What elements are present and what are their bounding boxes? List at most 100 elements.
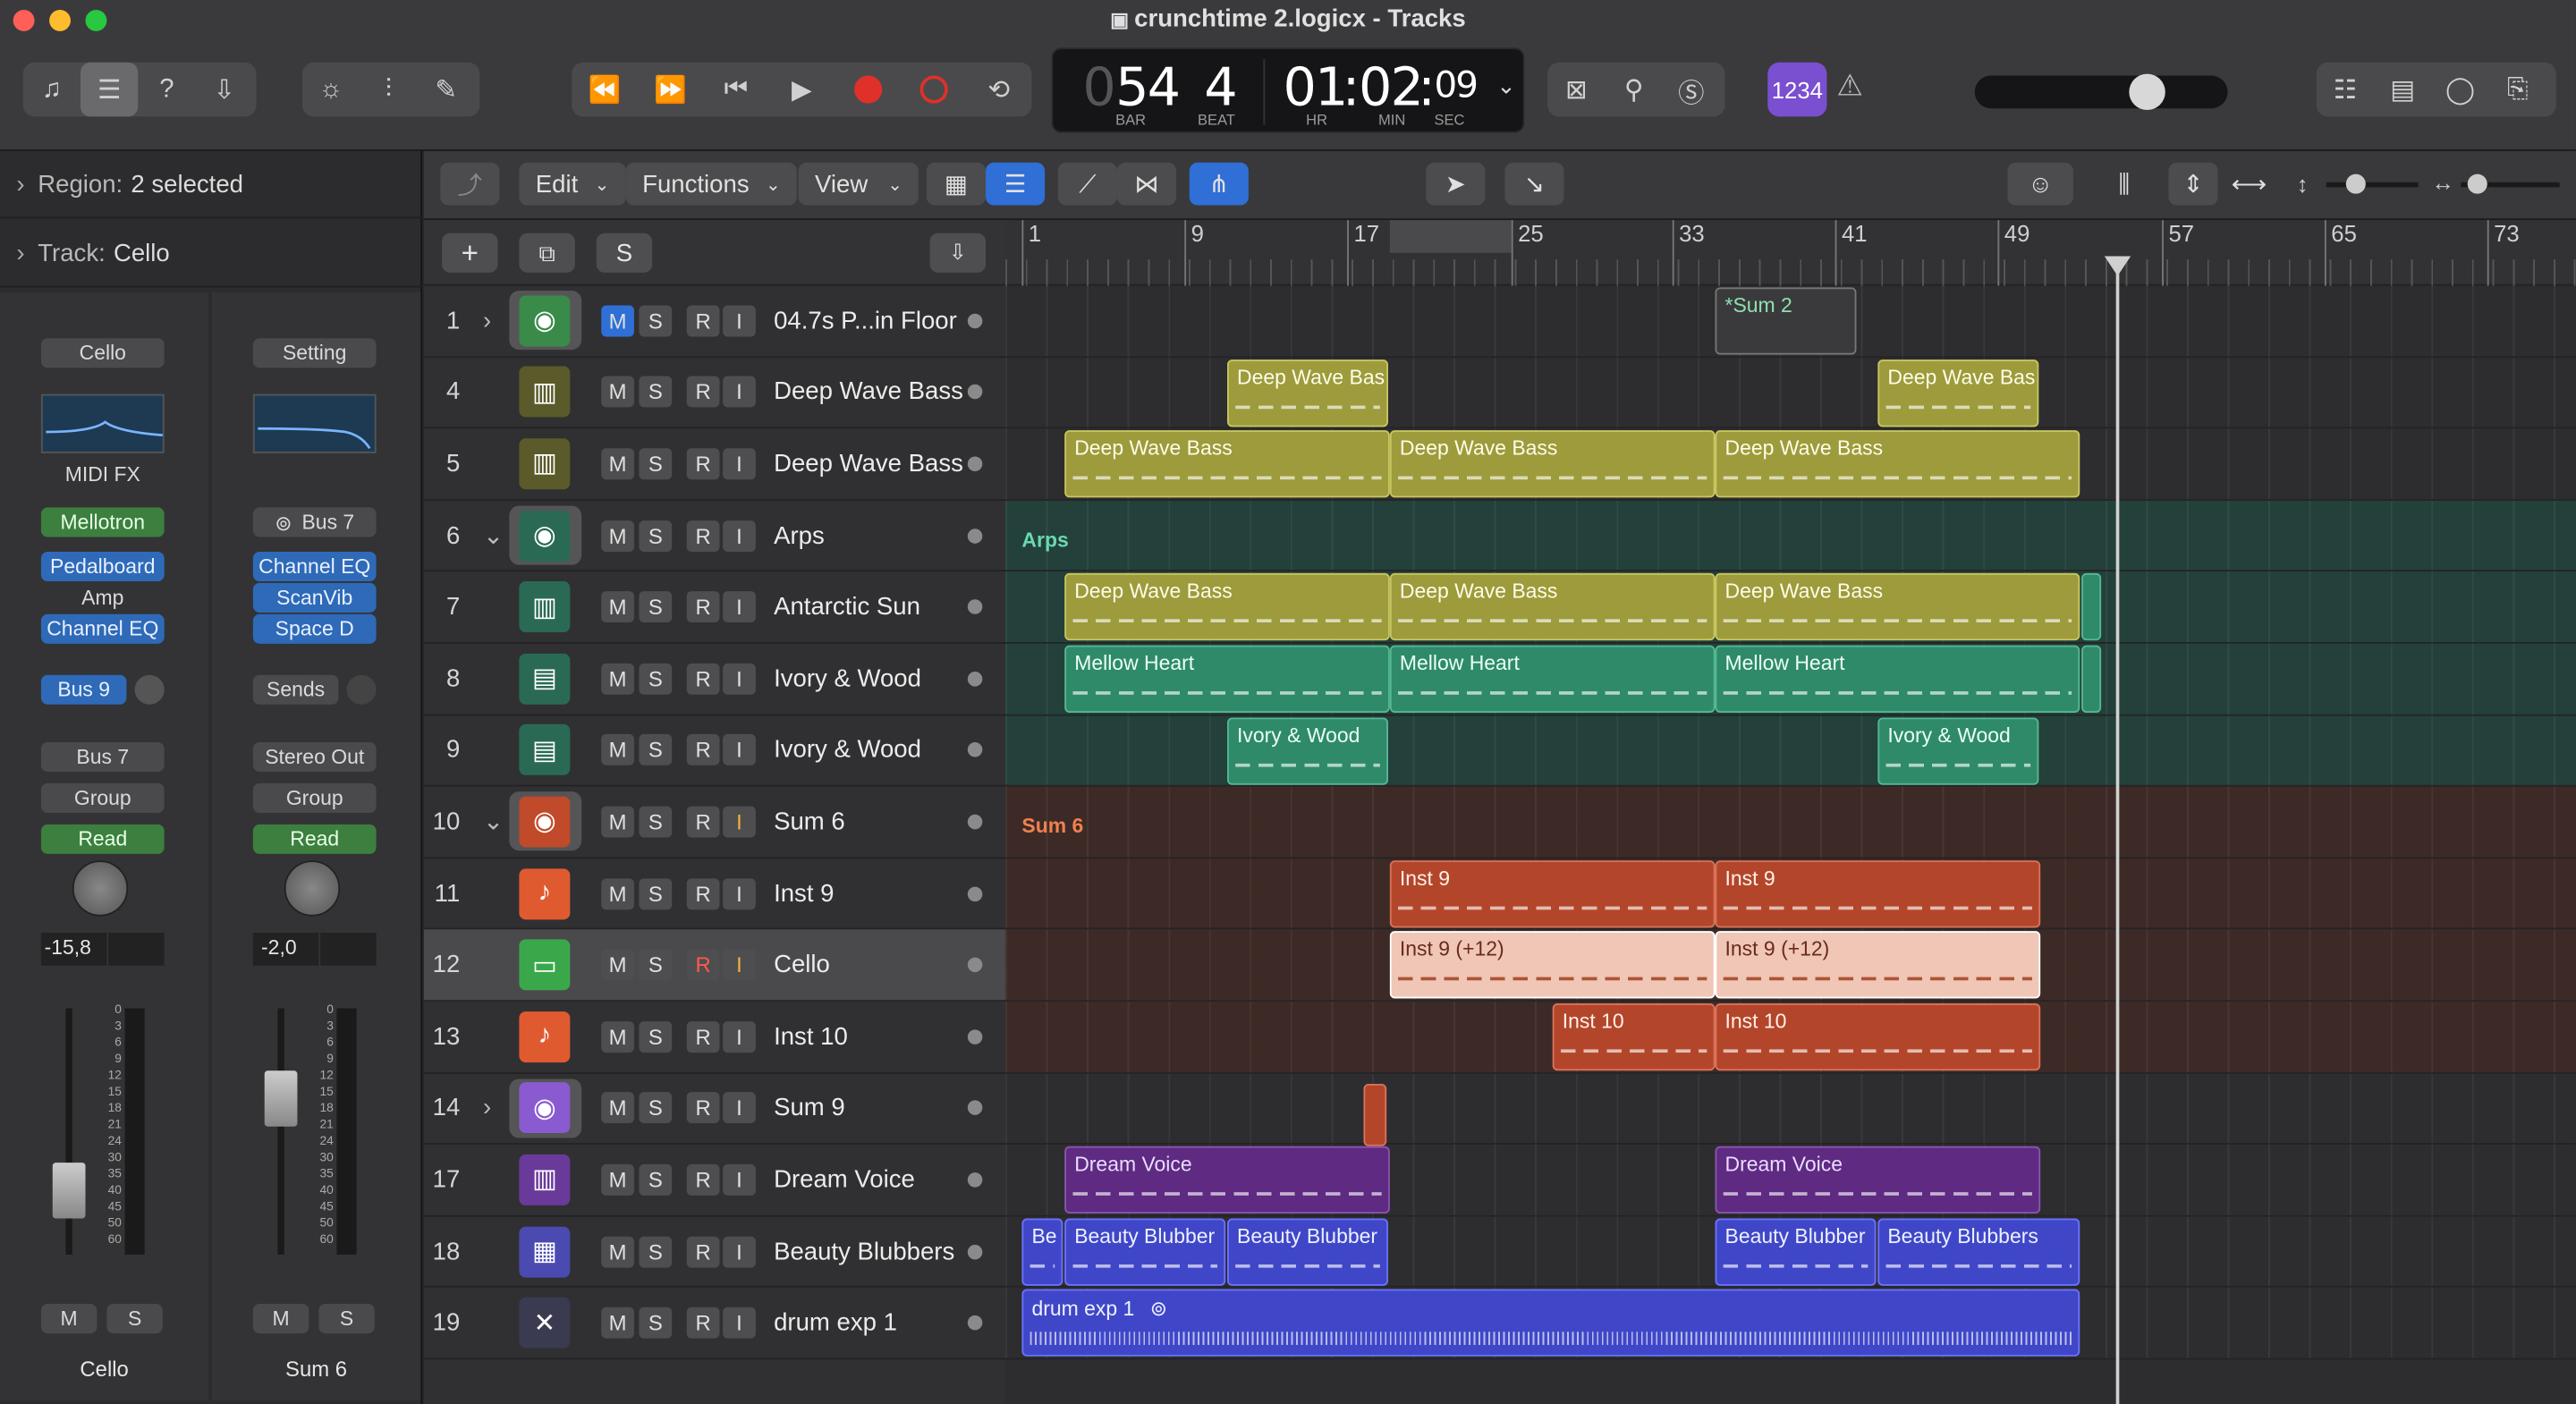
region[interactable]: Beauty Blubber	[1227, 1218, 1389, 1286]
record-enable-button[interactable]: R	[686, 305, 720, 336]
flex-icon[interactable]: ⋈	[1116, 162, 1177, 206]
low-latency-icon[interactable]: ⊠	[1547, 63, 1605, 117]
record-enable-button[interactable]: R	[686, 376, 720, 409]
track-name[interactable]: Cello	[774, 951, 830, 978]
input-monitor-button[interactable]: I	[723, 1092, 756, 1124]
plugin-slot-3[interactable]: Channel EQ	[40, 613, 165, 644]
record-enable-button[interactable]: R	[686, 520, 720, 552]
instrument-slot[interactable]: Mellotron	[40, 507, 165, 537]
lcd-dropdown-icon[interactable]: ⌄	[1496, 72, 1516, 100]
mixer-icon[interactable]: ⫶	[360, 63, 417, 117]
autopunch-icon[interactable]: ⚲	[1605, 63, 1662, 117]
region[interactable]: Dream Voice	[1064, 1146, 1390, 1214]
solo-button[interactable]: S	[639, 877, 673, 909]
region[interactable]: Deep Wave Bass	[1064, 573, 1390, 641]
track-lane[interactable]	[1005, 786, 2576, 858]
toolbar-toggle-icon[interactable]: ⇩	[196, 63, 253, 117]
mute-button[interactable]: M	[601, 1020, 634, 1053]
eq-thumbnail[interactable]	[40, 393, 165, 453]
metronome-icon[interactable]: ⚠	[1836, 69, 1863, 104]
track-header-5[interactable]: 5 ▥ M S R I Deep Wave Bass	[423, 429, 1006, 501]
record-enable-button[interactable]: R	[686, 1020, 720, 1053]
horizontal-zoom-slider[interactable]	[2461, 173, 2560, 194]
region[interactable]: Deep Wave Bass	[1389, 573, 1716, 641]
track-name[interactable]: Arps	[774, 521, 825, 549]
send-knob[interactable]	[346, 674, 377, 705]
mute-button[interactable]: M	[252, 1304, 309, 1334]
solo-button[interactable]: S	[639, 448, 673, 480]
record-enable-button[interactable]: R	[686, 806, 720, 838]
region[interactable]: Be	[1021, 1218, 1063, 1286]
track-name[interactable]: Sum 6	[774, 808, 845, 835]
track-name[interactable]: Inst 9	[774, 879, 834, 907]
region[interactable]	[2081, 573, 2102, 641]
track-name[interactable]: Deep Wave Bass	[774, 450, 963, 478]
horizontal-fit-icon[interactable]: ⟷	[2224, 163, 2274, 206]
input-monitor-button[interactable]: I	[723, 591, 756, 623]
region[interactable]: Inst 9	[1715, 859, 2041, 928]
input-monitor-button[interactable]: I	[723, 1020, 756, 1053]
solo-button[interactable]: S	[639, 734, 673, 766]
region[interactable]: Mellow Heart	[1389, 645, 1716, 713]
replace-icon[interactable]: Ⓢ	[1663, 63, 1720, 117]
plugin-slot-2[interactable]: ScanVib	[252, 582, 377, 613]
input-monitor-button[interactable]: I	[723, 949, 756, 981]
mute-button[interactable]: M	[601, 1307, 634, 1339]
region[interactable]: Inst 9 (+12)	[1389, 931, 1716, 1000]
region[interactable]: Ivory & Wood	[1877, 716, 2039, 785]
region[interactable]: Deep Wave Bass	[1715, 430, 2080, 498]
region[interactable]: Deep Wave Bass	[1715, 573, 2080, 641]
track-header-10[interactable]: 10 ⌄ ◉ M S R I Sum 6	[423, 787, 1006, 858]
track-lane[interactable]	[1005, 500, 2576, 572]
input-monitor-button[interactable]: I	[723, 663, 756, 695]
pointer-tool-icon[interactable]: ➤	[1426, 162, 1486, 206]
volume-fader[interactable]	[52, 1163, 86, 1219]
solo-button[interactable]: S	[318, 1304, 375, 1334]
pan-knob[interactable]	[284, 860, 341, 917]
region[interactable]: Deep Wave Bass	[1389, 430, 1716, 498]
solo-button[interactable]: S	[639, 1307, 673, 1339]
disclosure-icon[interactable]: ›	[16, 170, 24, 198]
back-icon[interactable]: ⤴	[440, 162, 500, 206]
ruler[interactable]: 1 9 17 25 33 41 49 57 65 73	[1005, 220, 2576, 286]
solo-button[interactable]: S	[639, 591, 673, 623]
track-instrument-icon[interactable]: ◉	[519, 510, 571, 562]
region[interactable]: Inst 10	[1715, 1002, 2041, 1071]
solo-button[interactable]: S	[639, 663, 673, 695]
lcd-display[interactable]: 0 54 4 BAR BEAT 01 : 02 : 09 HR MIN SEC …	[1051, 47, 1525, 133]
region[interactable]: Deep Wave Bass	[1064, 430, 1390, 498]
disclosure-right-icon[interactable]: ›	[483, 1095, 491, 1122]
region[interactable]: Inst 9 (+12)	[1715, 931, 2041, 1000]
sends-slot[interactable]: Sends	[252, 674, 339, 705]
collapse-icon[interactable]: ⇩	[929, 233, 987, 273]
region[interactable]: Ivory & Wood	[1227, 716, 1389, 785]
fast-forward-icon[interactable]: ⏩	[641, 63, 699, 117]
input-monitor-button[interactable]: I	[723, 1163, 756, 1196]
track-name[interactable]: Beauty Blubbers	[774, 1238, 954, 1265]
browsers-icon[interactable]: ⎘	[2489, 63, 2546, 117]
track-header-19[interactable]: 19 ✕ M S R Idrum exp 1	[423, 1288, 1006, 1360]
rewind-icon[interactable]: ⏪	[576, 63, 633, 117]
record-enable-button[interactable]: R	[686, 591, 720, 623]
vertical-fit-icon[interactable]: ⇕	[2168, 162, 2218, 206]
playhead-handle[interactable]	[2104, 256, 2131, 276]
input-slot[interactable]: ⊚ Bus 7	[252, 507, 377, 537]
track-header-8[interactable]: 8 ▤ M S R I Ivory & Wood	[423, 644, 1006, 715]
track-instrument-icon[interactable]: ◉	[519, 1082, 571, 1134]
track-instrument-icon[interactable]: ▥	[519, 438, 571, 490]
grid-view-icon[interactable]: ▦	[926, 162, 987, 206]
plugin-slot-1[interactable]: Channel EQ	[252, 551, 377, 582]
track-instrument-icon[interactable]: ♪	[519, 1011, 571, 1062]
solo-button[interactable]: S	[639, 520, 673, 552]
record-enable-button[interactable]: R	[686, 949, 720, 981]
solo-button[interactable]: S	[639, 376, 673, 409]
region[interactable]: Deep Wave Bas	[1877, 359, 2039, 427]
smart-controls-icon[interactable]: ☼	[302, 63, 360, 117]
record-enable-button[interactable]: R	[686, 1307, 720, 1339]
region[interactable]: Mellow Heart	[1064, 645, 1390, 713]
input-monitor-button[interactable]: I	[723, 305, 756, 336]
play-icon[interactable]: ▶	[773, 63, 830, 117]
track-header-4[interactable]: 4 ▥ M S R I Deep Wave Bass	[423, 358, 1006, 429]
solo-button[interactable]: S	[639, 806, 673, 838]
loop-browser-icon[interactable]: ◯	[2431, 63, 2488, 117]
